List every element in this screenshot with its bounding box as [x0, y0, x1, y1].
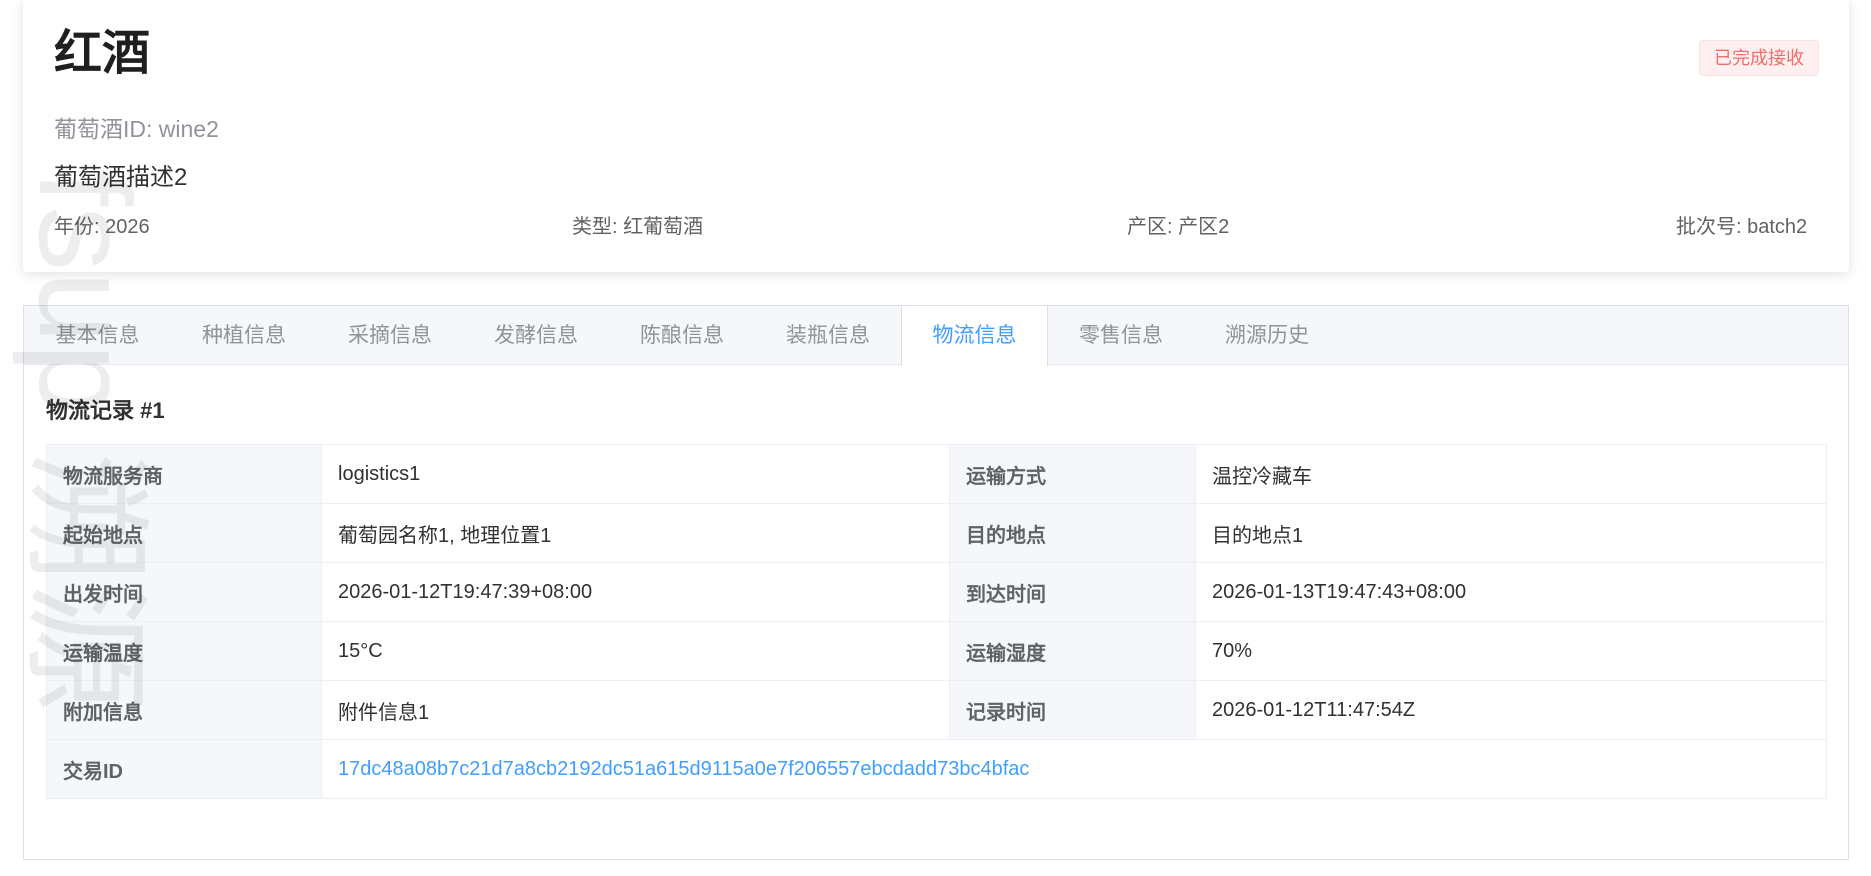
origin-label: 起始地点 [46, 503, 322, 563]
tab-aging-info[interactable]: 陈酿信息 [609, 306, 755, 365]
transport-mode-label: 运输方式 [949, 444, 1196, 504]
tab-fermentation-info[interactable]: 发酵信息 [463, 306, 609, 365]
tab-retail-info[interactable]: 零售信息 [1048, 306, 1194, 365]
record-time-value: 2026-01-12T11:47:54Z [1195, 680, 1827, 740]
wine-title: 红酒 [54, 27, 151, 80]
destination-value: 目的地点1 [1195, 503, 1827, 563]
status-badge: 已完成接收 [1699, 40, 1819, 76]
tab-bar: 基本信息 种植信息 采摘信息 发酵信息 陈酿信息 装瓶信息 物流信息 零售信息 … [24, 306, 1848, 366]
departure-time-label: 出发时间 [46, 562, 322, 622]
transport-mode-value: 温控冷藏车 [1195, 444, 1827, 504]
meta-region: 产区: 产区2 [1127, 216, 1230, 238]
additional-info-label: 附加信息 [46, 680, 322, 740]
transport-humidity-label: 运输湿度 [949, 621, 1196, 681]
table-row: 起始地点 葡萄园名称1, 地理位置1 目的地点 目的地点1 [46, 503, 1827, 563]
arrival-time-value: 2026-01-13T19:47:43+08:00 [1195, 562, 1827, 622]
origin-value: 葡萄园名称1, 地理位置1 [321, 503, 950, 563]
wine-header-card: 红酒 已完成接收 葡萄酒ID: wine2 葡萄酒描述2 年份: 2026 类型… [23, 0, 1849, 272]
wine-id: 葡萄酒ID: wine2 [54, 116, 219, 142]
transaction-id-link[interactable]: 17dc48a08b7c21d7a8cb2192dc51a615d9115a0e… [321, 739, 1827, 799]
additional-info-value: 附件信息1 [321, 680, 950, 740]
arrival-time-label: 到达时间 [949, 562, 1196, 622]
logistics-record-table: 物流服务商 logistics1 运输方式 温控冷藏车 起始地点 葡萄园名称1,… [46, 444, 1827, 799]
logistics-record-title: 物流记录 #1 [46, 398, 165, 423]
transport-temperature-value: 15°C [321, 621, 950, 681]
wine-description: 葡萄酒描述2 [54, 164, 188, 191]
meta-batch: 批次号: batch2 [1676, 216, 1808, 238]
departure-time-value: 2026-01-12T19:47:39+08:00 [321, 562, 950, 622]
logistics-provider-value: logistics1 [321, 444, 950, 504]
meta-type: 类型: 红葡萄酒 [572, 216, 704, 238]
table-row: 运输温度 15°C 运输湿度 70% [46, 621, 1827, 681]
table-row: 出发时间 2026-01-12T19:47:39+08:00 到达时间 2026… [46, 562, 1827, 622]
tab-logistics-info[interactable]: 物流信息 [901, 306, 1048, 366]
tab-trace-history[interactable]: 溯源历史 [1194, 306, 1340, 365]
tab-planting-info[interactable]: 种植信息 [171, 306, 317, 365]
tab-bottling-info[interactable]: 装瓶信息 [755, 306, 901, 365]
logistics-provider-label: 物流服务商 [46, 444, 322, 504]
meta-year: 年份: 2026 [54, 216, 150, 238]
table-row: 物流服务商 logistics1 运输方式 温控冷藏车 [46, 444, 1827, 504]
transport-temperature-label: 运输温度 [46, 621, 322, 681]
transaction-id-label: 交易ID [46, 739, 322, 799]
table-row: 附加信息 附件信息1 记录时间 2026-01-12T11:47:54Z [46, 680, 1827, 740]
destination-label: 目的地点 [949, 503, 1196, 563]
record-time-label: 记录时间 [949, 680, 1196, 740]
transport-humidity-value: 70% [1195, 621, 1827, 681]
table-row: 交易ID 17dc48a08b7c21d7a8cb2192dc51a615d91… [46, 739, 1827, 799]
tab-basic-info[interactable]: 基本信息 [24, 306, 171, 365]
tab-harvest-info[interactable]: 采摘信息 [317, 306, 463, 365]
detail-tabs-card: 基本信息 种植信息 采摘信息 发酵信息 陈酿信息 装瓶信息 物流信息 零售信息 … [23, 305, 1849, 860]
